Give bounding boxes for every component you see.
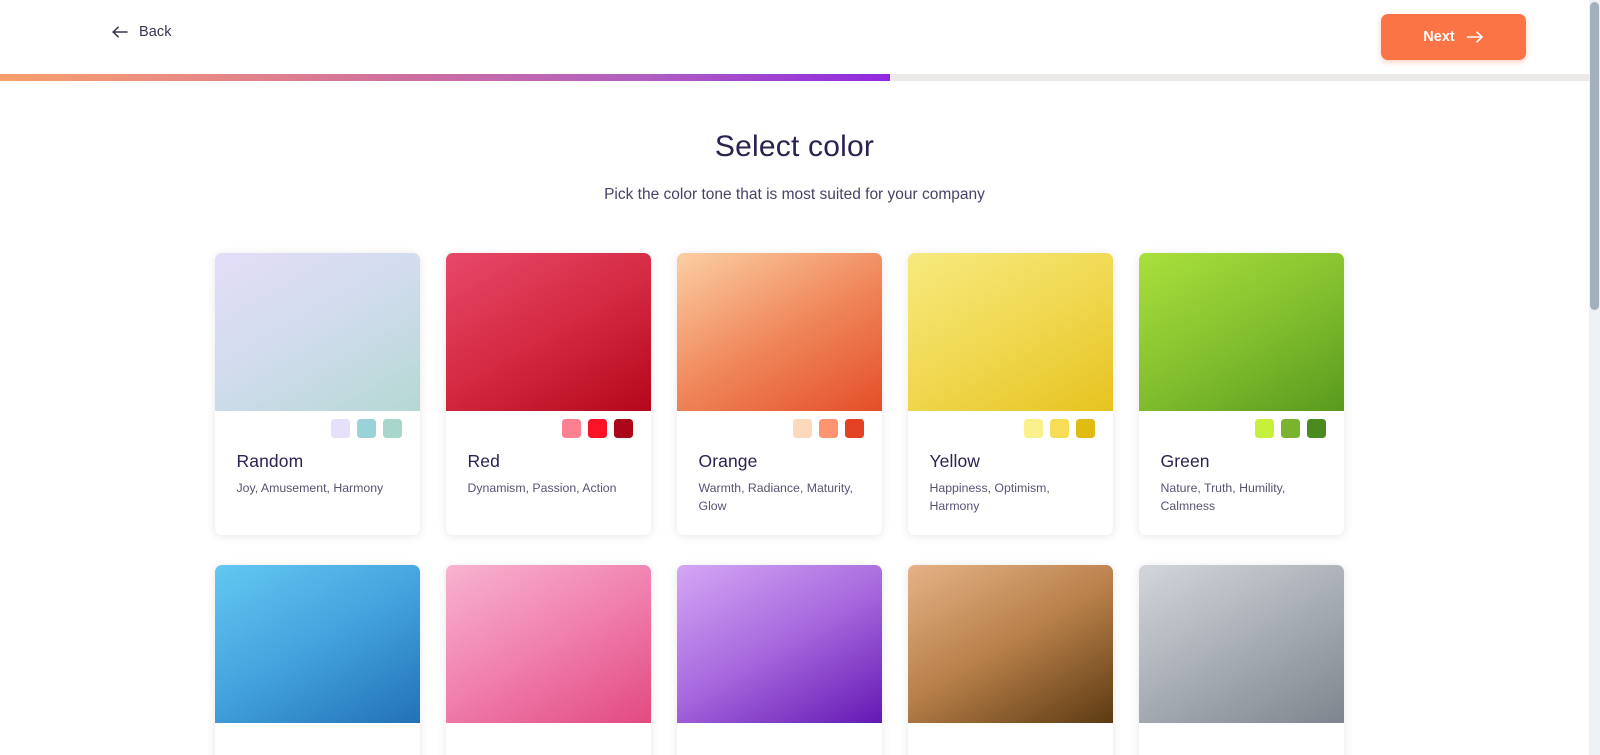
back-button[interactable]: Back (112, 24, 172, 40)
onboarding-select-color-page: Back Next Select color Pick the color to… (0, 0, 1600, 755)
color-card-mini-swatches (792, 419, 864, 438)
color-card-body: Random Joy, Amusement, Harmony (215, 411, 420, 524)
color-card-description: Dynamism, Passion, Action (467, 481, 617, 495)
mini-swatch (818, 419, 838, 438)
progress-bar-fill (0, 74, 890, 81)
color-card-description: Warmth, Radiance, Maturity, Glow (698, 481, 853, 514)
color-card-preview (1138, 253, 1344, 411)
back-button-label: Back (139, 24, 172, 40)
color-card-title: Gray (1161, 723, 1322, 755)
color-card-title: Blue (237, 723, 398, 755)
color-card-preview (445, 253, 651, 411)
color-card-body: Pink (446, 723, 651, 755)
color-card-preview (214, 564, 420, 723)
color-card-preview (1138, 564, 1344, 723)
page-scrollbar-thumb[interactable] (1590, 2, 1599, 310)
color-card-description: Joy, Amusement, Harmony (236, 481, 384, 495)
color-card-description: Nature, Truth, Humility, Calmness (1160, 481, 1286, 514)
color-card-green[interactable]: Green Nature, Truth, Humility, Calmness (1138, 253, 1344, 535)
color-card-body: Red Dynamism, Passion, Action (446, 411, 651, 524)
color-card-mini-swatches (330, 419, 402, 438)
color-card-body: Gray (1139, 723, 1344, 755)
color-card-preview (907, 564, 1113, 723)
color-card-description: Happiness, Optimism, Harmony (929, 481, 1050, 514)
color-card-preview (445, 564, 651, 723)
page-title: Select color (714, 130, 875, 163)
color-card-grid: Random Joy, Amusement, Harmony Red Dynamism… (214, 253, 1375, 755)
arrow-left-icon (112, 25, 129, 39)
mini-swatch (844, 419, 864, 438)
color-card-preview (676, 253, 882, 411)
color-card-blue[interactable]: Blue (214, 564, 420, 755)
color-card-body: Blue (215, 723, 420, 755)
mini-swatch (1049, 419, 1069, 438)
color-card-body: Brown (908, 723, 1113, 755)
color-card-gray[interactable]: Gray (1138, 564, 1344, 755)
mini-swatch (613, 419, 633, 438)
color-card-body: Yellow Happiness, Optimism, Harmony (908, 411, 1113, 535)
color-card-mini-swatches (561, 419, 633, 438)
mini-swatch (356, 419, 376, 438)
color-card-brown[interactable]: Brown (907, 564, 1113, 755)
color-card-mini-swatches (1023, 419, 1095, 438)
color-card-preview (676, 564, 882, 723)
mini-swatch (382, 419, 402, 438)
mini-swatch (1280, 419, 1300, 438)
page-subtitle: Pick the color tone that is most suited … (604, 186, 985, 203)
color-card-preview (907, 253, 1113, 411)
color-card-body: Green Nature, Truth, Humility, Calmness (1139, 411, 1344, 535)
progress-bar-track (0, 74, 1589, 81)
page-content: Select color Pick the color tone that is… (0, 81, 1589, 755)
mini-swatch (1023, 419, 1043, 438)
color-card-preview (214, 253, 420, 411)
color-card-orange[interactable]: Orange Warmth, Radiance, Maturity, Glow (676, 253, 882, 535)
next-button-label: Next (1423, 29, 1455, 45)
color-card-purple[interactable]: Purple (676, 564, 882, 755)
color-card-body: Orange Warmth, Radiance, Maturity, Glow (677, 411, 882, 535)
color-card-yellow[interactable]: Yellow Happiness, Optimism, Harmony (907, 253, 1113, 535)
color-card-mini-swatches (1254, 419, 1326, 438)
mini-swatch (561, 419, 581, 438)
arrow-right-icon (1466, 30, 1484, 44)
mini-swatch (1306, 419, 1326, 438)
mini-swatch (330, 419, 350, 438)
color-card-red[interactable]: Red Dynamism, Passion, Action (445, 253, 651, 535)
mini-swatch (1254, 419, 1274, 438)
next-button[interactable]: Next (1381, 14, 1526, 60)
color-card-body: Purple (677, 723, 882, 755)
page-scrollbar[interactable] (1589, 0, 1600, 755)
mini-swatch (792, 419, 812, 438)
color-card-random[interactable]: Random Joy, Amusement, Harmony (214, 253, 420, 535)
color-card-title: Brown (930, 723, 1091, 755)
mini-swatch (1075, 419, 1095, 438)
color-card-pink[interactable]: Pink (445, 564, 651, 755)
color-card-title: Purple (699, 723, 860, 755)
color-card-title: Pink (468, 723, 629, 755)
mini-swatch (587, 419, 607, 438)
app-header: Back Next (0, 0, 1589, 74)
